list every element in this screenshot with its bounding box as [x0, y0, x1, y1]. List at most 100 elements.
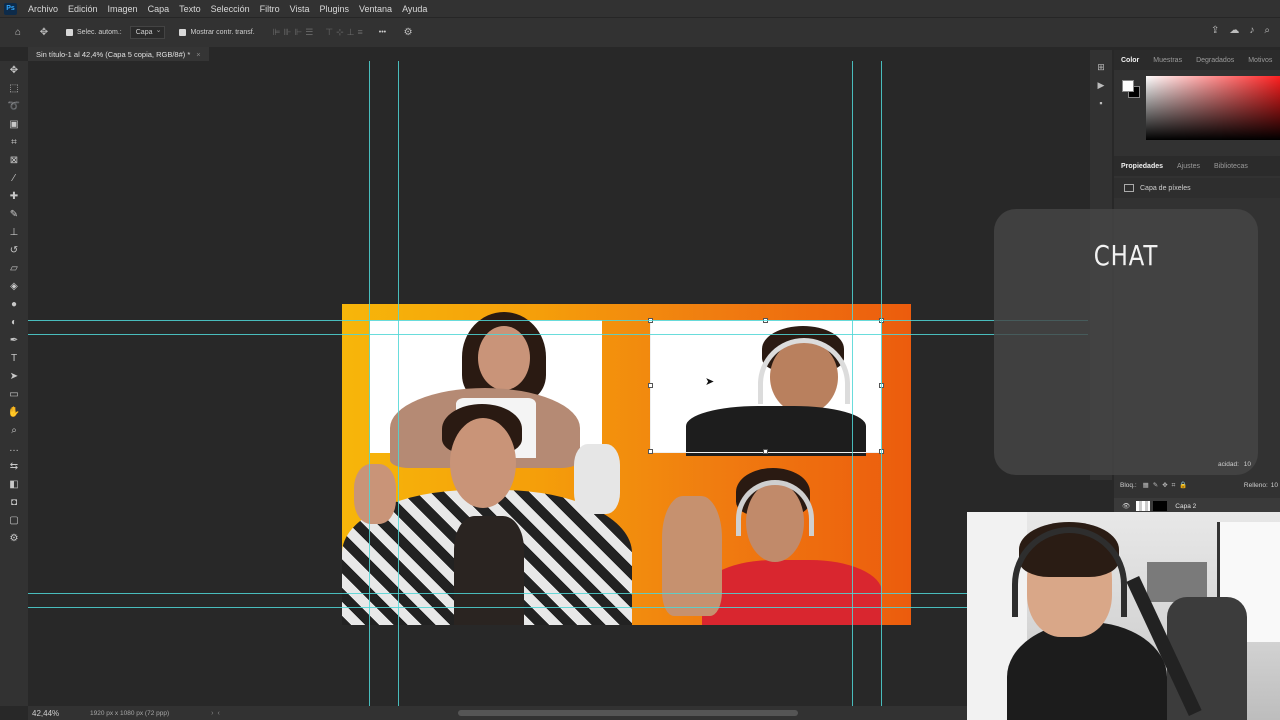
align-middle-icon[interactable]: ⊹ [336, 27, 344, 38]
lasso-tool-icon[interactable]: ➰ [0, 97, 28, 115]
cloud-icon[interactable]: ☁ [1229, 25, 1239, 36]
guide-horizontal[interactable] [28, 607, 1088, 608]
guide-horizontal[interactable] [28, 334, 1088, 335]
tab-ajustes[interactable]: Ajustes [1170, 163, 1207, 170]
horizontal-scrollbar[interactable] [458, 710, 798, 716]
history-icon[interactable]: ⊞ [1090, 58, 1112, 76]
chevron-left-icon[interactable]: ‹ [217, 710, 219, 717]
tab-motivos[interactable]: Motivos [1241, 57, 1279, 64]
fill-value[interactable]: 10 [1271, 482, 1278, 489]
search-icon[interactable]: ⌕ [1264, 25, 1270, 36]
gear-icon[interactable]: ⚙ [400, 25, 416, 41]
more-tools-icon[interactable]: … [0, 439, 28, 457]
history-brush-icon[interactable]: ↺ [0, 241, 28, 259]
menu-capa[interactable]: Capa [143, 4, 175, 14]
menu-archivo[interactable]: Archivo [23, 4, 63, 14]
tab-muestras[interactable]: Muestras [1146, 57, 1189, 64]
tab-bibliotecas[interactable]: Bibliotecas [1207, 163, 1255, 170]
document-size: 1920 px x 1080 px (72 ppp) [90, 709, 170, 717]
more-options-button[interactable]: ••• [379, 29, 386, 36]
shape-tool-icon[interactable]: ▭ [0, 385, 28, 403]
paint-bucket-icon[interactable]: ◈ [0, 277, 28, 295]
object-select-tool-icon[interactable]: ▣ [0, 115, 28, 133]
options-bar: ⌂ ✥ Selec. autom.: Capa Mostrar contr. t… [0, 17, 1280, 47]
guide-vertical[interactable] [852, 61, 853, 706]
lock-label: Bloq.: [1120, 481, 1137, 489]
marquee-tool-icon[interactable]: ⬚ [0, 79, 28, 97]
menu-edicion[interactable]: Edición [63, 4, 103, 14]
guide-horizontal[interactable] [28, 320, 1088, 321]
bell-icon[interactable]: ♪ [1249, 25, 1254, 36]
close-icon[interactable]: × [196, 50, 200, 59]
guide-vertical[interactable] [369, 61, 370, 706]
transform-controls-checkbox[interactable] [179, 29, 187, 36]
distribute-vertical-icon[interactable]: ≡ [358, 27, 363, 38]
align-top-icon[interactable]: ⊤ [325, 27, 333, 38]
guide-horizontal[interactable] [28, 593, 1088, 594]
share-icon[interactable]: ⇪ [1211, 25, 1219, 36]
lock-icons[interactable]: ▦✎✥⌗🔒 [1143, 481, 1192, 490]
home-icon[interactable]: ⌂ [10, 25, 26, 41]
crop-tool-icon[interactable]: ⌗ [0, 133, 28, 151]
auto-select-option[interactable]: Selec. autom.: [66, 29, 122, 36]
auto-select-checkbox[interactable] [66, 29, 73, 36]
menu-seleccion[interactable]: Selección [206, 4, 255, 14]
transform-handle[interactable] [763, 449, 768, 454]
visibility-eye-icon[interactable]: 👁 [1122, 502, 1130, 510]
swap-colors-icon[interactable]: ⇆ [0, 457, 28, 475]
menu-ventana[interactable]: Ventana [354, 4, 397, 14]
align-right-icon[interactable]: ⊩ [294, 27, 302, 38]
canvas-area[interactable]: ➤ [28, 61, 1088, 706]
transform-selection[interactable] [650, 320, 882, 453]
document-tab[interactable]: Sin título-1 al 42,4% (Capa 5 copia, RGB… [28, 47, 209, 61]
move-tool-icon[interactable]: ✥ [0, 61, 28, 79]
eraser-tool-icon[interactable]: ▱ [0, 259, 28, 277]
guide-vertical[interactable] [881, 61, 882, 706]
path-select-icon[interactable]: ➤ [0, 367, 28, 385]
play-icon[interactable]: ▶ [1090, 76, 1112, 94]
pen-tool-icon[interactable]: ✒ [0, 331, 28, 349]
distribute-icon[interactable]: ☰ [305, 27, 313, 38]
color-swatches-icon[interactable]: ◧ [0, 475, 28, 493]
chat-title: CHAT [1093, 239, 1159, 272]
transform-controls-label: Mostrar contr. transf. [190, 29, 255, 36]
menu-texto[interactable]: Texto [174, 4, 206, 14]
tab-degradados[interactable]: Degradados [1189, 57, 1241, 64]
auto-select-target-dropdown[interactable]: Capa [129, 26, 166, 39]
align-left-icon[interactable]: ⊫ [273, 27, 281, 38]
screen-mode-icon[interactable]: ▢ [0, 511, 28, 529]
tab-propiedades[interactable]: Propiedades [1114, 163, 1170, 170]
color-picker-field[interactable] [1146, 76, 1280, 140]
comment-icon[interactable]: ▪ [1090, 94, 1112, 112]
edit-toolbar-icon[interactable]: ⚙ [0, 529, 28, 547]
align-center-icon[interactable]: ⊪ [284, 27, 292, 38]
menu-vista[interactable]: Vista [285, 4, 315, 14]
transform-handle[interactable] [648, 383, 653, 388]
hand-tool-icon[interactable]: ✋ [0, 403, 28, 421]
transform-handle[interactable] [648, 449, 653, 454]
menu-ayuda[interactable]: Ayuda [397, 4, 432, 14]
transform-controls-option[interactable]: Mostrar contr. transf. [179, 29, 255, 36]
zoom-tool-icon[interactable]: ⌕ [0, 421, 28, 439]
menu-plugins[interactable]: Plugins [315, 4, 355, 14]
move-tool-icon[interactable]: ✥ [36, 25, 52, 41]
tab-color[interactable]: Color [1114, 57, 1146, 64]
quick-mask-icon[interactable]: ◘ [0, 493, 28, 511]
zoom-level[interactable]: 42,44% [28, 709, 78, 718]
guide-vertical[interactable] [398, 61, 399, 706]
opacity-value[interactable]: 10 [1244, 461, 1251, 468]
brush-tool-icon[interactable]: ✎ [0, 205, 28, 223]
align-bottom-icon[interactable]: ⊥ [347, 27, 355, 38]
healing-brush-icon[interactable]: ✚ [0, 187, 28, 205]
frame-tool-icon[interactable]: ⊠ [0, 151, 28, 169]
text-tool-icon[interactable]: T [0, 349, 28, 367]
dodge-tool-icon[interactable]: ◐ [0, 313, 28, 331]
chevron-right-icon[interactable]: › [211, 710, 213, 717]
foreground-color-swatch[interactable] [1122, 80, 1134, 92]
menu-filtro[interactable]: Filtro [255, 4, 285, 14]
menu-imagen[interactable]: Imagen [103, 4, 143, 14]
menu-bar: Ps Archivo Edición Imagen Capa Texto Sel… [0, 0, 1280, 17]
stamp-tool-icon[interactable]: ⊥ [0, 223, 28, 241]
eyedropper-tool-icon[interactable]: ⁄ [0, 169, 28, 187]
blur-tool-icon[interactable]: ● [0, 295, 28, 313]
